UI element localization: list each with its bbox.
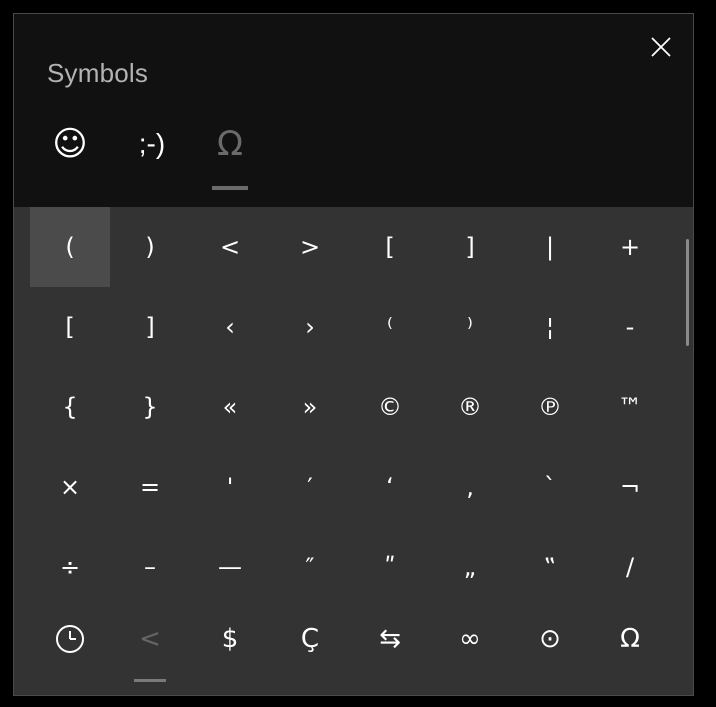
symbol-cell[interactable]: ¬	[590, 447, 670, 527]
symbol-cell[interactable]: ©	[350, 367, 430, 447]
symbol-cell[interactable]: =	[110, 447, 190, 527]
symbol-cell[interactable]: ‟	[510, 527, 590, 607]
category-language[interactable]: Ω	[590, 612, 670, 687]
symbol-cell[interactable]: [	[350, 207, 430, 287]
brackets-category-icon: <	[139, 624, 161, 654]
clock-icon	[56, 625, 84, 653]
symbol-cell[interactable]: ]	[430, 207, 510, 287]
math-icon: ∞	[459, 624, 481, 654]
symbol-cell[interactable]: ×	[30, 447, 110, 527]
symbol-cell[interactable]: <	[190, 207, 270, 287]
symbol-cell[interactable]: [	[30, 287, 110, 367]
symbol-cell[interactable]: »	[270, 367, 350, 447]
category-clock[interactable]	[30, 612, 110, 687]
symbol-cell[interactable]: ʻ	[350, 447, 430, 527]
tab-emoji[interactable]: ☺	[48, 124, 92, 194]
symbol-cell[interactable]: «	[190, 367, 270, 447]
symbol-cell[interactable]: –	[110, 527, 190, 607]
symbol-cell[interactable]: ℗	[510, 367, 590, 447]
symbol-cell[interactable]: >	[270, 207, 350, 287]
symbol-cell[interactable]: +	[590, 207, 670, 287]
symbol-cell[interactable]: ®	[430, 367, 510, 447]
symbols-panel: Symbols ☺ ;-) Ω () < >[] | +[] ‹ › ⁽ ⁾ ¦ -{} «» © ® ℗ ™…	[13, 13, 694, 696]
symbol-cell[interactable]: `	[510, 447, 590, 527]
symbol-cell[interactable]: |	[510, 207, 590, 287]
category-math[interactable]: ∞	[430, 612, 510, 687]
latin-letters-icon: Ç	[300, 624, 320, 654]
symbol-cell[interactable]: -	[590, 287, 670, 367]
symbol-cell[interactable]: ⁽	[350, 287, 430, 367]
symbol-cell[interactable]: ʺ	[350, 527, 430, 607]
active-category-indicator	[134, 679, 166, 682]
category-geometric[interactable]: ⊙	[510, 612, 590, 687]
kaomoji-icon: ;-)	[138, 128, 166, 159]
close-icon	[651, 37, 671, 57]
symbol-cell[interactable]: ‚	[430, 447, 510, 527]
symbol-cell[interactable]: „	[430, 527, 510, 607]
symbol-cell[interactable]: {	[30, 367, 110, 447]
geometric-icon: ⊙	[539, 624, 561, 654]
category-arrows[interactable]: ⇆	[350, 612, 430, 687]
tab-kaomoji[interactable]: ;-)	[127, 124, 177, 194]
currency-icon: $	[221, 624, 239, 654]
symbol-cell[interactable]: (	[30, 207, 110, 287]
symbol-cell[interactable]: —	[190, 527, 270, 607]
symbol-cell[interactable]: /	[590, 527, 670, 607]
close-button[interactable]	[646, 32, 676, 62]
symbol-cell[interactable]: ⁾	[430, 287, 510, 367]
scrollbar[interactable]	[686, 239, 689, 346]
symbol-cell[interactable]: ›	[270, 287, 350, 367]
symbol-cell[interactable]: ÷	[30, 527, 110, 607]
symbol-cell[interactable]: ]	[110, 287, 190, 367]
omega-symbol-icon: Ω	[217, 124, 243, 164]
symbol-cell[interactable]: ¦	[510, 287, 590, 367]
arrows-icon: ⇆	[379, 624, 401, 654]
symbol-cell[interactable]: ′	[270, 447, 350, 527]
panel-header: Symbols ☺ ;-) Ω	[14, 14, 693, 207]
category-currency[interactable]: $	[190, 612, 270, 687]
symbol-cell[interactable]: )	[110, 207, 190, 287]
tab-symbols[interactable]: Ω	[212, 124, 248, 194]
category-latin-letters[interactable]: Ç	[270, 612, 350, 687]
symbol-cell[interactable]: }	[110, 367, 190, 447]
category-brackets-category[interactable]: <	[110, 612, 190, 687]
active-tab-indicator	[212, 186, 248, 190]
symbol-cell[interactable]: ™	[590, 367, 670, 447]
symbol-cell[interactable]: ‹	[190, 287, 270, 367]
panel-title: Symbols	[47, 58, 149, 88]
symbol-cell[interactable]: ″	[270, 527, 350, 607]
language-icon: Ω	[620, 624, 640, 654]
smiley-face-icon: ☺	[52, 124, 88, 164]
symbol-cell[interactable]: '	[190, 447, 270, 527]
